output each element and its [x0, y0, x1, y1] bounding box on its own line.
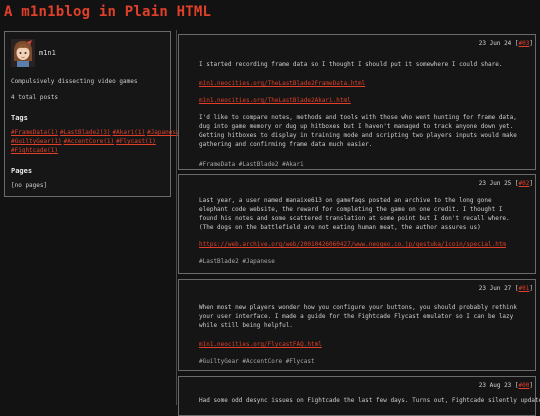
- site-title: A m1n1blog in Plain HTML: [4, 4, 212, 20]
- post-link[interactable]: m1n1.neocities.org/FlycastFAQ.html: [199, 340, 322, 349]
- post-hashtags: #GuiltyGear #AccentCore #Flycast: [199, 358, 315, 365]
- post-link[interactable]: https://web.archive.org/web/200104260604…: [199, 240, 506, 249]
- tag-list: #FrameData(1) #LastBlade2(3) #Akari(1) #Jap…: [11, 128, 190, 155]
- post-number-link[interactable]: #01: [519, 285, 530, 292]
- tag-link[interactable]: #Fightcade(1): [11, 147, 58, 154]
- post: 23 Aug 23 [#00] Had some odd desync issu…: [178, 376, 540, 416]
- post-date: 23 Aug 23: [478, 382, 512, 389]
- post-link[interactable]: m1n1.neocities.org/TheLastBlade2FrameDat…: [199, 79, 365, 88]
- post-number-link[interactable]: #00: [519, 382, 530, 389]
- post-header: 23 Jun 24 [#03]: [478, 40, 533, 47]
- tags-heading: Tags: [11, 114, 28, 122]
- post-header: 23 Jun 27 [#01]: [478, 285, 533, 292]
- post-date: 23 Jun 27: [478, 285, 512, 292]
- profile-description: Compulsively dissecting video games: [11, 78, 138, 85]
- post-body: I'd like to compare notes, methods and t…: [199, 114, 517, 148]
- profile: m1n1: [11, 38, 164, 68]
- tag-link[interactable]: #GuiltyGear(1): [11, 138, 62, 145]
- post-number-link[interactable]: #03: [519, 40, 530, 47]
- tag-link[interactable]: #FrameData(1): [11, 129, 58, 136]
- total-posts: 4 total posts: [11, 94, 58, 101]
- post-date: 23 Jun 24: [478, 40, 512, 47]
- pages-heading: Pages: [11, 167, 33, 175]
- column-divider: [176, 30, 177, 405]
- post-date: 23 Jun 25: [478, 180, 512, 187]
- post-body: I started recording frame data so I thou…: [199, 61, 503, 68]
- post-body: Had some odd desync issues on Fightcade …: [199, 397, 540, 404]
- tag-link[interactable]: #AccentCore(1): [64, 138, 115, 145]
- tag-link[interactable]: #Flycast(1): [116, 138, 156, 145]
- post: 23 Jun 24 [#03] I started recording fram…: [178, 34, 536, 170]
- post-link[interactable]: m1n1.neocities.org/TheLastBlade2Akari.ht…: [199, 96, 351, 105]
- post-hashtags: #FrameData #LastBlade2 #Akari: [199, 161, 304, 168]
- pages-text: [no pages]: [11, 182, 48, 189]
- post-body: Last year, a user named manaixe613 on ga…: [199, 197, 510, 231]
- post-header: 23 Jun 25 [#02]: [478, 180, 533, 187]
- tag-link[interactable]: #LastBlade2(3): [60, 129, 111, 136]
- post: 23 Jun 27 [#01] When most new players wo…: [178, 279, 536, 371]
- post: 23 Jun 25 [#02] Last year, a user named …: [178, 174, 536, 274]
- sidebar: m1n1 Compulsively dissecting video games…: [4, 31, 190, 197]
- post-header: 23 Aug 23 [#00]: [478, 382, 533, 389]
- post-body: When most new players wonder how you con…: [199, 304, 517, 329]
- post-number-link[interactable]: #02: [519, 180, 530, 187]
- tag-link[interactable]: #Akari(1): [113, 129, 146, 136]
- username: m1n1: [39, 49, 56, 57]
- avatar: [11, 39, 35, 67]
- post-hashtags: #LastBlade2 #Japanese: [199, 258, 275, 265]
